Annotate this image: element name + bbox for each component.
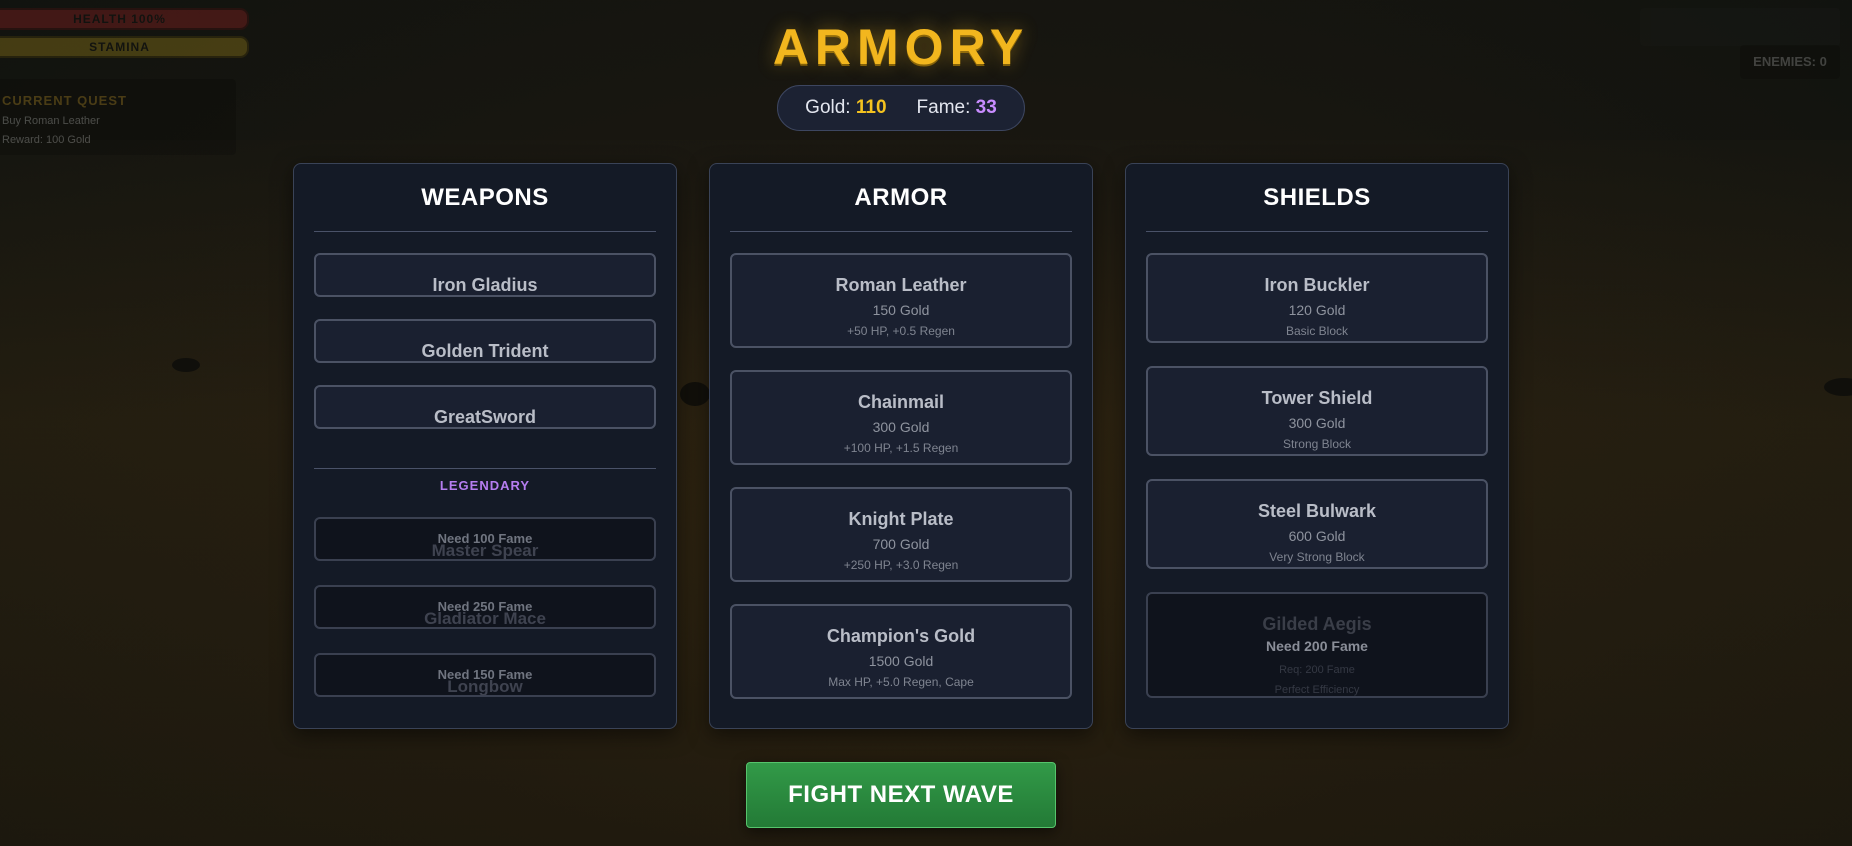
armor-name: Knight Plate <box>848 509 954 529</box>
gold-stat: Gold: 110 <box>805 97 886 119</box>
legendary-weapon-item[interactable]: Gladiator Mace Need 250 Fame <box>314 585 656 629</box>
quest-title: CURRENT QUEST <box>2 93 127 108</box>
quest-panel: CURRENT QUEST Buy Roman Leather Reward: … <box>0 79 236 155</box>
quest-objective: Buy Roman Leather <box>2 115 100 127</box>
fame-stat: Fame: 33 <box>917 97 997 119</box>
armor-stat: +50 HP, +0.5 Regen <box>847 324 955 338</box>
armor-item[interactable]: Knight Plate 700 Gold +250 HP, +3.0 Rege… <box>730 487 1072 582</box>
armor-stat: Max HP, +5.0 Regen, Cape <box>828 675 974 689</box>
armor-stat: +100 HP, +1.5 Regen <box>843 441 959 455</box>
weapon-item[interactable]: GreatSword <box>314 385 656 429</box>
armor-stat: +250 HP, +3.0 Regen <box>843 558 959 572</box>
shield-name: Gilded Aegis <box>1262 614 1372 634</box>
shields-column: SHIELDS Iron Buckler 120 Gold Basic Bloc… <box>1125 163 1509 729</box>
gold-label: Gold: <box>805 97 851 118</box>
page-title: ARMORY <box>772 19 1030 75</box>
armor-price: 700 Gold <box>872 536 930 552</box>
fame-requirement: Need 200 Fame <box>1266 638 1368 654</box>
legendary-weapon-item[interactable]: Longbow Need 150 Fame <box>314 653 656 697</box>
fame-requirement: Need 250 Fame <box>437 599 533 614</box>
currency-panel: Gold: 110 Fame: 33 <box>777 85 1025 131</box>
fame-value: 33 <box>975 97 997 118</box>
shield-name: Steel Bulwark <box>1257 501 1377 521</box>
weapon-name: Golden Trident <box>421 341 549 361</box>
shield-name: Iron Buckler <box>1264 275 1370 295</box>
armor-name: Champion's Gold <box>826 626 976 646</box>
fight-next-wave-button[interactable]: FIGHT NEXT WAVE <box>746 762 1056 828</box>
weapons-title: WEAPONS <box>314 184 656 232</box>
shield-price: 300 Gold <box>1288 415 1346 431</box>
armor-price: 300 Gold <box>872 419 930 435</box>
shields-title: SHIELDS <box>1146 184 1488 232</box>
arena-rock <box>172 358 200 372</box>
locked-shield-item[interactable]: Gilded Aegis Need 200 Fame Req: 200 Fame… <box>1146 592 1488 698</box>
shield-stat: Perfect Efficiency <box>1274 684 1360 696</box>
legendary-divider <box>314 468 656 469</box>
shield-stat: Very Strong Block <box>1269 550 1365 564</box>
armor-name: Roman Leather <box>835 275 967 295</box>
weapon-name: GreatSword <box>433 407 537 427</box>
armor-item[interactable]: Chainmail 300 Gold +100 HP, +1.5 Regen <box>730 370 1072 465</box>
shield-item[interactable]: Steel Bulwark 600 Gold Very Strong Block <box>1146 479 1488 569</box>
armor-price: 150 Gold <box>872 302 930 318</box>
weapons-column: WEAPONS Iron Gladius Golden Trident Grea… <box>293 163 677 729</box>
fame-requirement: Need 100 Fame <box>437 531 533 546</box>
shield-price: 120 Gold <box>1288 302 1346 318</box>
shield-price: Req: 200 Fame <box>1279 664 1355 676</box>
legendary-weapon-item[interactable]: Master Spear Need 100 Fame <box>314 517 656 561</box>
quest-reward: Reward: 100 Gold <box>2 134 91 146</box>
weapon-name: Iron Gladius <box>432 275 538 295</box>
shield-stat: Basic Block <box>1285 324 1349 338</box>
weapon-item[interactable]: Golden Trident <box>314 319 656 363</box>
shield-item[interactable]: Iron Buckler 120 Gold Basic Block <box>1146 253 1488 343</box>
armor-name: Chainmail <box>857 392 945 412</box>
armor-title: ARMOR <box>730 184 1072 232</box>
armor-price: 1500 Gold <box>868 653 934 669</box>
armor-item[interactable]: Roman Leather 150 Gold +50 HP, +0.5 Rege… <box>730 253 1072 348</box>
armor-column: ARMOR Roman Leather 150 Gold +50 HP, +0.… <box>709 163 1093 729</box>
gold-value: 110 <box>855 97 887 118</box>
fame-label: Fame: <box>916 97 971 118</box>
shield-name: Tower Shield <box>1261 388 1373 408</box>
shield-price: 600 Gold <box>1288 528 1346 544</box>
shield-stat: Strong Block <box>1282 437 1352 451</box>
fame-requirement: Need 150 Fame <box>437 667 533 682</box>
shield-item[interactable]: Tower Shield 300 Gold Strong Block <box>1146 366 1488 456</box>
arena-rock <box>680 382 710 406</box>
armor-item[interactable]: Champion's Gold 1500 Gold Max HP, +5.0 R… <box>730 604 1072 699</box>
weapon-item[interactable]: Iron Gladius <box>314 253 656 297</box>
legendary-label: LEGENDARY <box>439 478 531 493</box>
